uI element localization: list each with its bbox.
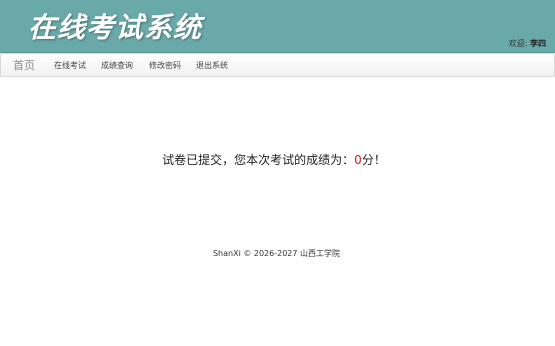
nav-logout[interactable]: 退出系统 bbox=[196, 60, 228, 71]
welcome-text: 欢迎: 李四 bbox=[509, 38, 546, 49]
result-message: 试卷已提交，您本次考试的成绩为：0分！ bbox=[0, 151, 548, 168]
nav-score-query[interactable]: 成绩查询 bbox=[101, 60, 133, 71]
nav-change-password[interactable]: 修改密码 bbox=[149, 60, 181, 71]
result-suffix: 分！ bbox=[361, 153, 386, 167]
welcome-label: 欢迎: bbox=[508, 39, 528, 48]
result-prefix: 试卷已提交，您本次考试的成绩为： bbox=[162, 153, 355, 167]
username: 李四 bbox=[530, 39, 546, 48]
app-title: 在线考试系统 bbox=[28, 11, 203, 44]
nav-home-link[interactable]: 首页 bbox=[13, 57, 35, 73]
footer-copyright: ShanXi © 2026-2027 山西工学院 bbox=[212, 249, 341, 258]
nav-bar: 首页 在线考试 成绩查询 修改密码 退出系统 bbox=[0, 53, 555, 77]
nav-online-exam[interactable]: 在线考试 bbox=[54, 60, 86, 71]
app-header: 在线考试系统 欢迎: 李四 bbox=[0, 0, 555, 53]
score-value: 0 bbox=[354, 153, 362, 167]
